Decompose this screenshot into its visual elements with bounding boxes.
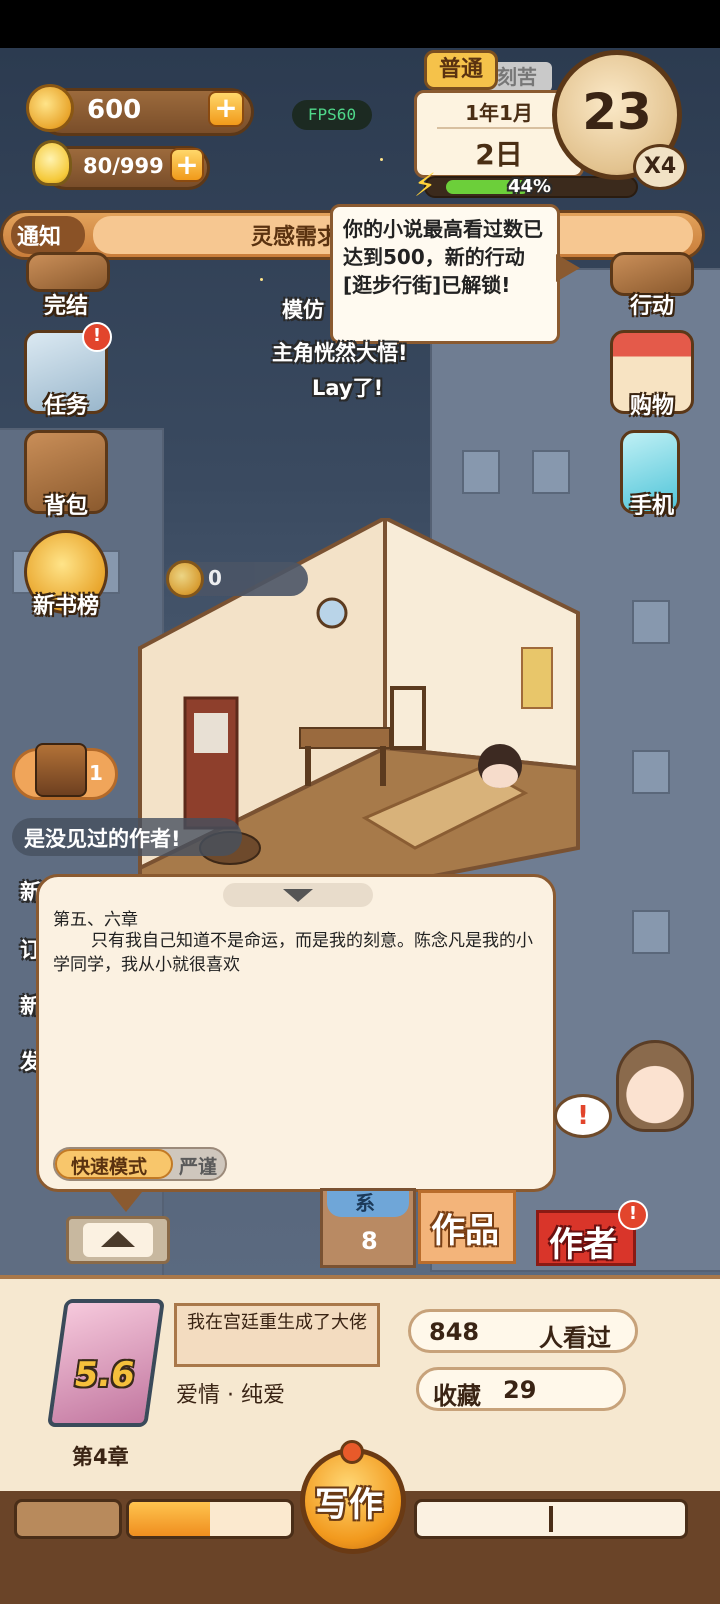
speed-button[interactable]: X4 [633,144,687,190]
complete-label: 完结 [43,294,88,319]
panel-pointer [110,1192,142,1212]
big-number: 23 [582,83,652,141]
action-label: 行动 [629,294,674,319]
coin-value: 600 [87,95,142,125]
action-menu-item[interactable]: 行动 [604,252,700,322]
tab-works[interactable]: 作品 [418,1190,516,1264]
strict-mode-label: 严谨 [179,1156,218,1178]
add-coins-button[interactable]: + [208,91,244,127]
treasure-chest-icon [35,743,87,797]
phone-menu-item[interactable]: 手机 [604,430,700,522]
mode-toggle[interactable]: 快速模式 严谨 [53,1147,227,1181]
treasure-chest-button[interactable]: 1 [12,743,118,800]
tasks-label: 任务 [43,394,88,419]
expand-panel-button[interactable] [66,1216,170,1264]
complete-menu-item[interactable]: 完结 [18,252,118,322]
chevron-down-icon [283,889,313,902]
shop-menu-item[interactable]: 购物 [604,330,700,422]
tab-count: 8 [361,1227,378,1255]
floating-text: Lay了! [312,376,384,400]
floating-text: 主角恍然大悟! [272,341,408,365]
bag-menu-item[interactable]: 背包 [18,430,118,522]
notice-text: 灵感需求 [251,225,340,250]
favorites-label: 收藏 [433,1382,481,1410]
views-stat: 848 人看过 [408,1309,638,1353]
book-title-banner: 我在宫廷重生成了大佬 [174,1303,380,1367]
write-label: 写作 [315,1485,383,1525]
book-cover[interactable]: 5.6 [47,1299,165,1427]
mode-badge[interactable]: 普通 [424,50,498,90]
current-chapter: 第4章 [72,1445,129,1469]
views-value: 848 [429,1318,480,1346]
room-coin-bubble[interactable]: 0 [164,560,308,598]
treasure-count: 1 [89,761,103,785]
lightning-icon: ⚡ [413,166,437,204]
tooltip-arrow [556,254,580,282]
chevron-up-icon [101,1231,135,1247]
book-rating: 5.6 [71,1355,138,1395]
tasks-menu-item[interactable]: ! 任务 [18,322,118,422]
chat-message: 是没见过的作者! [12,818,242,856]
tab-partial[interactable]: 系 8 [320,1188,416,1268]
book-genre: 爱情 · 纯爱 [176,1383,285,1408]
progress-bar [126,1499,294,1539]
bag-label: 背包 [43,494,88,519]
chat-text: 是没见过的作者! [24,827,181,851]
notice-label: 通知 [17,225,62,250]
new-books-menu-item[interactable]: 新书榜 [18,530,118,622]
book-title: 我在宫廷重生成了大佬 [187,1312,367,1333]
chapter-title: 第五、六章 [53,910,138,930]
works-label: 作品 [431,1211,499,1251]
views-label: 人看过 [539,1324,611,1352]
status-bar [0,0,720,48]
right-progress-bar [414,1499,688,1539]
book-info-panel: 5.6 我在宫廷重生成了大佬 爱情 · 纯爱 第4章 848 人看过 收藏 29 [0,1275,720,1604]
writing-panel: 第五、六章 只有我自己知道不是命运，而是我的刻意。陈念凡是我的小学同学，我从小就… [36,874,556,1192]
alert-badge-icon: ! [82,322,112,352]
tab-partial-label: 系 [355,1191,375,1215]
tooltip-text: 你的小说最高看过数已达到500，新的行动[逛步行街]已解锁! [343,217,543,297]
lightbulb-icon [32,140,72,186]
inspiration-value: 80/999 [83,154,164,178]
favorites-stat: 收藏 29 [416,1367,626,1411]
energy-bar: 44% [424,176,638,198]
author-label: 作者 [549,1225,617,1265]
unlock-tooltip[interactable]: 你的小说最高看过数已达到500，新的行动[逛步行街]已解锁! [330,204,560,344]
chapter-body: 只有我自己知道不是命运，而是我的刻意。陈念凡是我的小学同学，我从小就很喜欢 [53,931,533,975]
coin-icon [26,84,74,132]
new-books-label: 新书榜 [32,594,99,619]
fast-mode-label: 快速模式 [71,1156,148,1178]
energy-percent: 44% [508,176,552,197]
phone-label: 手机 [629,494,674,519]
alert-badge-icon: ! [618,1200,648,1230]
coin-icon [166,560,204,598]
favorites-value: 29 [503,1376,537,1404]
room-coin-value: 0 [208,566,222,590]
add-inspiration-button[interactable]: + [170,148,204,182]
floating-text: 模仿 [282,298,324,322]
write-button-knob [340,1440,364,1464]
alert-speech-icon[interactable]: ! [554,1094,612,1138]
fps-counter: FPS60 [292,100,372,130]
left-slot[interactable] [14,1499,122,1539]
book-icon [26,252,110,292]
collapse-handle[interactable] [223,883,373,907]
assistant-avatar[interactable] [616,1040,694,1132]
shop-label: 购物 [629,394,674,419]
